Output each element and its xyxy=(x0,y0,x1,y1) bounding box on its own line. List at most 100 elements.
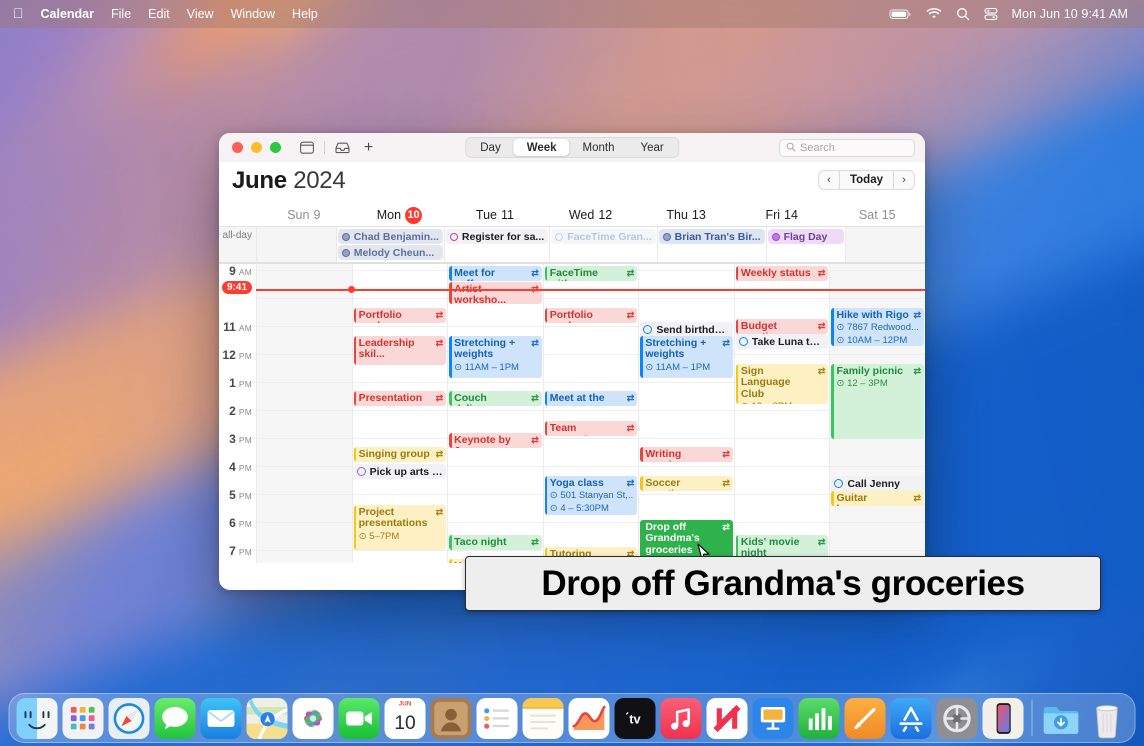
dock-item-keynote[interactable] xyxy=(753,698,794,739)
tab-month[interactable]: Month xyxy=(570,139,628,156)
calendar-event[interactable]: ⇄Stretching + weights⊙ 11AM – 1PM xyxy=(640,336,733,378)
dock-item-launchpad[interactable] xyxy=(63,698,104,739)
menu-item-edit[interactable]: Edit xyxy=(148,7,170,21)
calendar-event[interactable]: ⇄Leadership skil... xyxy=(354,336,447,365)
all-day-cell[interactable]: FaceTime Gran... xyxy=(549,227,656,262)
menu-item-window[interactable]: Window xyxy=(231,7,275,21)
menu-bar-clock[interactable]: Mon Jun 10 9:41 AM xyxy=(1012,7,1128,21)
day-column-tue[interactable]: ⇄Meet for coffee⇄Artist worksho... ⇄Stret… xyxy=(447,264,543,563)
dock-item-calendar[interactable]: JUN10 xyxy=(385,698,426,739)
dock-item-trash[interactable] xyxy=(1087,698,1128,739)
calendar-event[interactable]: ⇄Portfolio work... xyxy=(545,308,638,323)
dock-item-maps[interactable] xyxy=(247,698,288,739)
day-header-sun[interactable]: Sun9 xyxy=(256,208,352,222)
calendar-event[interactable]: ⇄Yoga class⊙ 501 Stanyan St,...⊙ 4 – 5:3… xyxy=(545,476,638,515)
calendar-event-selected[interactable]: ⇄Drop off Grandma's groceries xyxy=(640,520,733,558)
menu-item-calendar[interactable]: Calendar xyxy=(41,7,95,21)
calendar-sidebar-icon[interactable] xyxy=(298,139,315,156)
calendar-task[interactable]: Send birthday... xyxy=(640,322,733,337)
dock-item-appstore[interactable] xyxy=(891,698,932,739)
day-column-sat[interactable]: ⇄Hike with Rigo⊙ 7867 Redwood...⊙ 10AM –… xyxy=(829,264,925,563)
minimize-button[interactable] xyxy=(251,142,262,153)
all-day-event[interactable]: Brian Tran's Bir... xyxy=(659,229,765,244)
close-button[interactable] xyxy=(232,142,243,153)
dock-item-downloads[interactable] xyxy=(1041,698,1082,739)
dock-item-systemsettings[interactable] xyxy=(937,698,978,739)
all-day-cell[interactable]: Flag Day xyxy=(766,227,846,262)
dock-item-reminders[interactable] xyxy=(477,698,518,739)
day-header-wed[interactable]: Wed12 xyxy=(543,208,639,222)
search-icon[interactable] xyxy=(956,7,970,21)
calendar-event[interactable]: ⇄Hike with Rigo⊙ 7867 Redwood...⊙ 10AM –… xyxy=(831,308,924,346)
day-column-fri[interactable]: ⇄Weekly status⇄Budget meetingTake Luna t… xyxy=(734,264,830,563)
calendar-event[interactable]: ⇄Keynote by Ja... xyxy=(449,433,542,448)
maximize-button[interactable] xyxy=(270,142,281,153)
calendar-event[interactable]: ⇄Soccer practice xyxy=(640,476,733,491)
dock-item-pages[interactable] xyxy=(845,698,886,739)
dock-item-messages[interactable] xyxy=(155,698,196,739)
tab-week[interactable]: Week xyxy=(514,139,570,156)
all-day-cell[interactable] xyxy=(845,227,925,262)
task-circle-icon[interactable] xyxy=(643,325,652,334)
day-column-sun[interactable] xyxy=(256,264,352,563)
battery-icon[interactable] xyxy=(889,8,912,20)
calendar-event[interactable]: ⇄Meet for coffee xyxy=(449,266,542,281)
calendar-event[interactable]: ⇄Guitar lessons... xyxy=(831,491,924,506)
all-day-cell[interactable]: Chad Benjamin...Melody Cheun... xyxy=(336,227,444,262)
dock-item-notes[interactable] xyxy=(523,698,564,739)
calendar-event[interactable]: ⇄Team presenta... xyxy=(545,421,638,436)
all-day-cell[interactable]: Brian Tran's Bir... xyxy=(657,227,766,262)
calendar-event[interactable]: ⇄Writing sessio... xyxy=(640,447,733,462)
all-day-event[interactable]: Register for sa... xyxy=(446,229,548,244)
day-column-thu[interactable]: Send birthday...⇄Stretching + weights⊙ 1… xyxy=(638,264,734,563)
calendar-event[interactable]: ⇄Presentation p... xyxy=(354,391,447,406)
all-day-event[interactable]: Melody Cheun... xyxy=(338,245,443,260)
day-column-wed[interactable]: ⇄FaceTime with... ⇄Portfolio work... ⇄Meet… xyxy=(543,264,639,563)
dock-item-news[interactable] xyxy=(707,698,748,739)
dock-item-contacts[interactable] xyxy=(431,698,472,739)
add-event-button[interactable]: + xyxy=(360,139,377,156)
dock-item-photos[interactable] xyxy=(293,698,334,739)
all-day-cell[interactable] xyxy=(256,227,336,262)
dock-item-safari[interactable] xyxy=(109,698,150,739)
calendar-event[interactable]: ⇄Artist worksho... xyxy=(449,282,542,304)
all-day-cell[interactable]: Register for sa... xyxy=(444,227,549,262)
day-header-mon[interactable]: Mon10 xyxy=(352,207,448,224)
dock-item-facetime[interactable] xyxy=(339,698,380,739)
control-center-icon[interactable] xyxy=(984,7,998,21)
task-circle-icon[interactable] xyxy=(739,337,748,346)
calendar-event[interactable]: ⇄Couch delivery xyxy=(449,391,542,406)
prev-week-button[interactable]: ‹ xyxy=(819,171,839,190)
menu-item-help[interactable]: Help xyxy=(292,7,318,21)
dock-item-numbers[interactable] xyxy=(799,698,840,739)
task-circle-icon[interactable] xyxy=(834,479,843,488)
menu-item-file[interactable]: File xyxy=(111,7,131,21)
calendar-task[interactable]: Pick up arts &... xyxy=(354,464,447,479)
calendar-event[interactable]: ⇄Sign Language Club⊙ 12 – 2PM xyxy=(736,364,829,404)
day-header-sat[interactable]: Sat15 xyxy=(829,208,925,222)
calendar-event[interactable]: ⇄Budget meeting xyxy=(736,319,829,334)
menu-item-view[interactable]: View xyxy=(187,7,214,21)
dock-item-finder[interactable] xyxy=(17,698,58,739)
calendar-event[interactable]: ⇄Stretching + weights⊙ 11AM – 1PM xyxy=(449,336,542,378)
day-header-tue[interactable]: Tue11 xyxy=(447,208,543,222)
tab-day[interactable]: Day xyxy=(467,139,513,156)
inbox-icon[interactable] xyxy=(334,139,351,156)
dock-item-iphonemirroring[interactable] xyxy=(983,698,1024,739)
search-field[interactable]: Search xyxy=(779,139,915,157)
today-button[interactable]: Today xyxy=(839,171,894,190)
task-circle-icon[interactable] xyxy=(357,467,366,476)
all-day-event[interactable]: Chad Benjamin... xyxy=(338,229,443,244)
wifi-icon[interactable] xyxy=(926,8,942,20)
calendar-event[interactable]: ⇄FaceTime with... xyxy=(545,266,638,281)
dock-item-mail[interactable] xyxy=(201,698,242,739)
calendar-event[interactable]: ⇄Singing group xyxy=(354,447,447,462)
calendar-event[interactable]: ⇄Taco night xyxy=(449,535,542,550)
calendar-task[interactable]: Take Luna to th... xyxy=(736,334,829,349)
all-day-event[interactable]: FaceTime Gran... xyxy=(551,229,655,244)
calendar-event[interactable]: ⇄Project presentations⊙ 5–7PM xyxy=(354,505,447,550)
calendar-event[interactable]: ⇄Meet at the res... xyxy=(545,391,638,406)
calendar-task[interactable]: Call Jenny xyxy=(831,476,924,491)
all-day-event[interactable]: Flag Day xyxy=(768,229,845,244)
day-column-mon[interactable]: ⇄Portfolio work...⇄Leadership skil...⇄Pr… xyxy=(352,264,448,563)
